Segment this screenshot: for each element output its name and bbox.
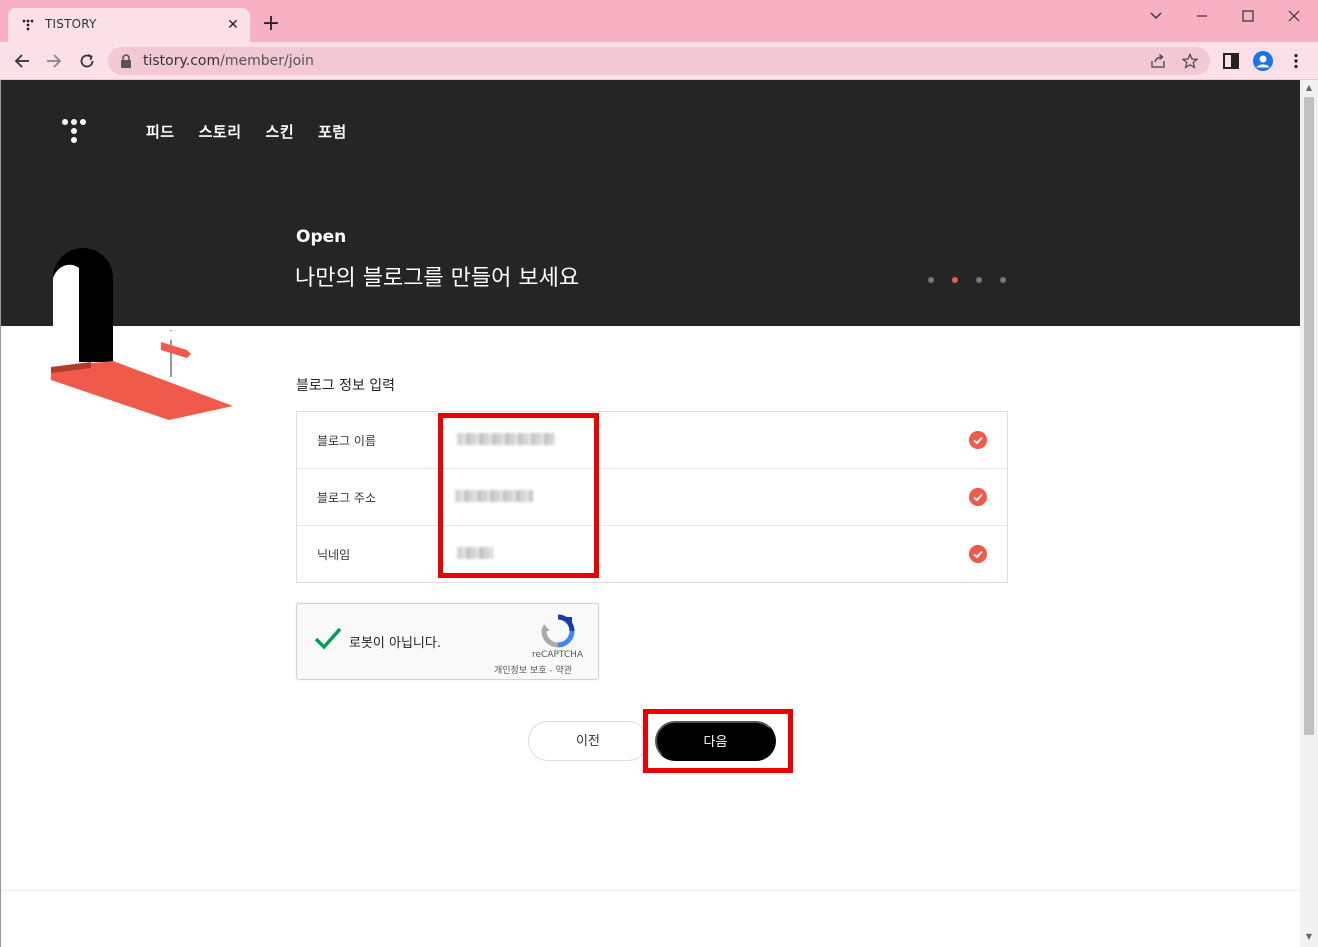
footer-divider [1, 890, 1300, 891]
recaptcha-widget: 로봇이 아닙니다. reCAPTCHA 개인정보 보호 - 약관 [296, 603, 599, 680]
blog-info-form: 블로그 이름 블로그 주소 닉네임 [296, 411, 1008, 583]
page-viewport: 피드 스토리 스킨 포럼 Open 나만의 블로그를 만들어 보세요 블로그 정… [0, 80, 1300, 947]
tab-search-chevron-icon[interactable] [1141, 6, 1171, 26]
side-panel-icon[interactable] [1222, 52, 1240, 70]
check-circle-icon [969, 431, 987, 449]
nav-skin[interactable]: 스킨 [266, 121, 295, 142]
tistory-favicon-icon [22, 19, 34, 31]
step-dot [976, 277, 982, 283]
step-dot-active [952, 277, 958, 283]
bookmark-star-icon[interactable] [1182, 53, 1198, 69]
section-title: 블로그 정보 입력 [296, 378, 396, 394]
browser-tab[interactable]: TISTORY ✕ [8, 8, 250, 42]
step-indicator [928, 277, 1006, 283]
blog-address-label: 블로그 주소 [317, 491, 377, 505]
scroll-thumb[interactable] [1304, 97, 1314, 735]
main-nav: 피드 스토리 스킨 포럼 [146, 121, 347, 142]
lock-icon [121, 54, 131, 68]
minimize-icon[interactable] [1187, 6, 1217, 26]
step-dot [1000, 277, 1006, 283]
form-row-blog-name: 블로그 이름 [297, 412, 1007, 469]
new-tab-icon[interactable]: + [260, 13, 282, 36]
page-scrollbar[interactable]: ▲ ▼ [1300, 80, 1318, 947]
browser-titlebar: TISTORY ✕ + [0, 0, 1318, 42]
url-host: tistory.com [143, 53, 221, 69]
address-bar[interactable]: tistory.com/member/join [108, 47, 1210, 75]
nav-forum[interactable]: 포럼 [318, 121, 347, 142]
nickname-label: 닉네임 [317, 548, 351, 562]
back-arrow-icon[interactable] [12, 51, 32, 71]
scroll-down-icon[interactable]: ▼ [1304, 932, 1314, 942]
tab-title: TISTORY [45, 17, 97, 31]
highlight-box-fields [438, 413, 599, 578]
close-tab-icon[interactable]: ✕ [224, 16, 242, 34]
close-window-icon[interactable] [1279, 6, 1309, 26]
recaptcha-brand: reCAPTCHA [532, 650, 584, 660]
step-dot [928, 277, 934, 283]
check-circle-icon [969, 488, 987, 506]
forward-arrow-icon[interactable] [44, 51, 64, 71]
recaptcha-label: 로봇이 아닙니다. [349, 636, 441, 651]
profile-avatar-icon[interactable] [1252, 50, 1274, 72]
recaptcha-logo-icon [541, 614, 575, 648]
blog-name-label: 블로그 이름 [317, 434, 377, 448]
hero-title: Open [296, 227, 347, 247]
share-icon[interactable] [1150, 53, 1166, 69]
recaptcha-links[interactable]: 개인정보 보호 - 약관 [494, 663, 572, 676]
recaptcha-checkmark-icon[interactable] [313, 626, 343, 652]
prev-button[interactable]: 이전 [528, 721, 648, 761]
reload-icon[interactable] [77, 51, 97, 71]
check-circle-icon [969, 545, 987, 563]
url-text: tistory.com/member/join [143, 53, 314, 69]
form-row-blog-address: 블로그 주소 [297, 469, 1007, 526]
scroll-up-icon[interactable]: ▲ [1304, 83, 1314, 93]
tistory-logo-icon[interactable] [61, 118, 89, 146]
form-row-nickname: 닉네임 [297, 526, 1007, 583]
browser-toolbar: tistory.com/member/join [0, 42, 1318, 80]
highlight-box-next [643, 709, 793, 773]
nav-story[interactable]: 스토리 [199, 121, 242, 142]
url-path: /member/join [220, 53, 314, 69]
hero-subtitle: 나만의 블로그를 만들어 보세요 [295, 266, 580, 291]
menu-kebab-icon[interactable] [1287, 52, 1305, 70]
nav-feed[interactable]: 피드 [146, 121, 175, 142]
maximize-icon[interactable] [1233, 6, 1263, 26]
door-illustration [1, 248, 301, 430]
